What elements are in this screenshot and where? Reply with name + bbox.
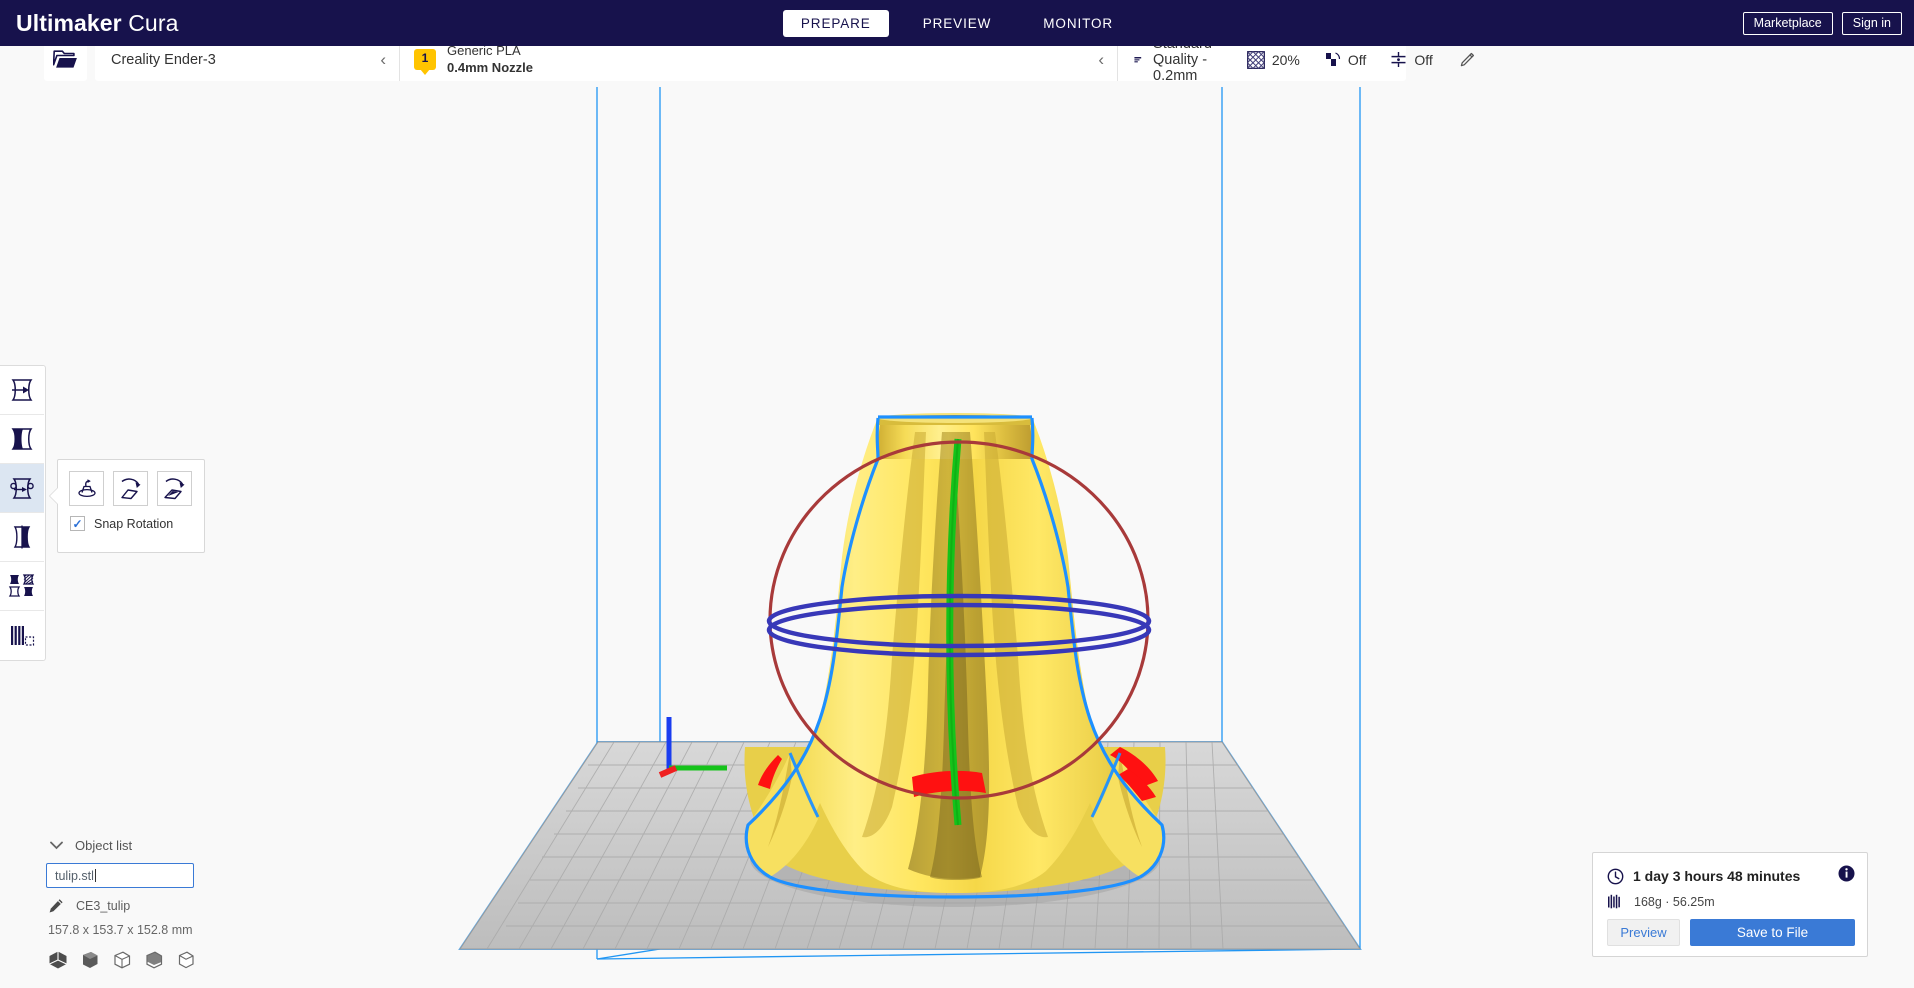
object-name-value: tulip.stl: [55, 868, 94, 883]
adhesion-value: Off: [1414, 51, 1433, 68]
printer-name: Creality Ender-3: [111, 51, 216, 68]
clock-icon: [1607, 868, 1624, 884]
extruder-number: 1: [421, 51, 429, 65]
pencil-icon: [1460, 52, 1474, 66]
mirror-tool-icon: [13, 525, 31, 549]
material-spool-icon: [1608, 894, 1620, 909]
nozzle-size: 0.4mm Nozzle: [447, 59, 533, 75]
snap-rotation-row[interactable]: ✓ Snap Rotation: [58, 506, 204, 531]
print-settings-summary: 20% Off Off: [1223, 50, 1475, 69]
rotate-tool-panel: ✓ Snap Rotation: [49, 459, 205, 553]
text-cursor: [94, 869, 97, 882]
print-info-panel: 1 day 3 hours 48 minutes 168g · 56.25m P…: [1592, 852, 1868, 957]
select-face-icon: [164, 477, 185, 499]
checkmark-icon: ✓: [72, 516, 83, 531]
mirror-tool-button[interactable]: [0, 513, 44, 562]
infill-summary[interactable]: 20%: [1246, 50, 1300, 69]
scale-tool-button[interactable]: [0, 415, 44, 464]
mesh-name-row[interactable]: CE3_tulip: [46, 898, 296, 914]
reset-rotation-button[interactable]: [69, 471, 104, 506]
xray-view-icon[interactable]: [144, 950, 164, 970]
support-blocker-button[interactable]: [0, 611, 44, 660]
infill-value: 20%: [1271, 51, 1300, 68]
pencil-edit-icon: [49, 899, 63, 913]
adhesion-icon: [1391, 52, 1406, 67]
select-face-to-align-button[interactable]: [157, 471, 192, 506]
save-to-file-button[interactable]: Save to File: [1690, 919, 1855, 946]
solid-view-icon[interactable]: [48, 950, 68, 970]
print-time-estimate: 1 day 3 hours 48 minutes: [1633, 868, 1801, 884]
per-model-settings-button[interactable]: [0, 562, 44, 611]
lay-flat-icon: [121, 477, 141, 499]
material-row: 168g · 56.25m: [1593, 887, 1867, 909]
tab-prepare[interactable]: PREPARE: [782, 9, 889, 37]
app-brand: Ultimaker: [16, 9, 122, 36]
scale-tool-icon: [11, 428, 33, 450]
print-time-row: 1 day 3 hours 48 minutes: [1593, 853, 1867, 887]
tool-column: [0, 365, 46, 661]
cura-application-window: Ultimaker Cura PREPARE PREVIEW MONITOR M…: [0, 0, 1914, 988]
open-folder-icon: [53, 50, 77, 68]
support-summary[interactable]: Off: [1324, 51, 1366, 68]
object-list-header[interactable]: Object list: [46, 835, 296, 855]
rotate-tool-icon: [10, 478, 34, 499]
support-blocker-icon: [11, 625, 35, 646]
rotate-actions: [58, 460, 204, 506]
snap-rotation-label: Snap Rotation: [94, 516, 174, 531]
move-tool-button[interactable]: [0, 366, 44, 415]
edit-settings-button[interactable]: [1459, 52, 1475, 68]
support-value: Off: [1347, 51, 1367, 68]
object-name-input[interactable]: tulip.stl: [46, 863, 194, 888]
material-estimate: 168g · 56.25m: [1634, 894, 1715, 909]
adhesion-summary[interactable]: Off: [1390, 51, 1433, 68]
chevron-left-icon-2: ‹: [1098, 50, 1104, 69]
app-suffix: Cura: [121, 9, 179, 36]
sign-in-button[interactable]: Sign in: [1841, 11, 1902, 35]
info-icon[interactable]: [1838, 865, 1855, 887]
chevron-down-icon: [50, 841, 63, 849]
shaded-view-icon[interactable]: [80, 950, 100, 970]
mesh-name: CE3_tulip: [76, 899, 131, 913]
infill-icon: [1246, 50, 1265, 69]
tab-monitor[interactable]: MONITOR: [1025, 10, 1131, 37]
lay-flat-button[interactable]: [113, 471, 148, 506]
wireframe-view-icon[interactable]: [112, 950, 132, 970]
titlebar: Ultimaker Cura PREPARE PREVIEW MONITOR M…: [0, 0, 1914, 46]
object-dimensions: 157.8 x 153.7 x 152.8 mm: [48, 923, 193, 937]
main-tabs: PREPARE PREVIEW MONITOR: [0, 0, 1914, 46]
preview-button[interactable]: Preview: [1607, 919, 1680, 946]
reset-rotation-icon: [77, 478, 96, 497]
tab-preview[interactable]: PREVIEW: [905, 10, 1010, 37]
print-actions: Preview Save to File: [1593, 909, 1867, 946]
titlebar-actions: Marketplace Sign in: [1742, 0, 1902, 46]
rotate-tool-button[interactable]: [0, 464, 44, 513]
view-mode-icons: [46, 950, 296, 970]
object-list-title: Object list: [75, 837, 133, 853]
material-info: Generic PLA 0.4mm Nozzle: [447, 43, 533, 76]
extruder-badge-icon: 1: [414, 49, 436, 70]
print-profile-icon: [1134, 56, 1142, 62]
layer-view-icon[interactable]: [176, 950, 196, 970]
support-icon: [1325, 52, 1340, 66]
object-list-panel: Object list tulip.stl CE3_tulip 157.8 x …: [46, 835, 296, 970]
chevron-left-icon: ‹: [380, 50, 386, 69]
move-tool-icon: [11, 379, 33, 401]
app-title: Ultimaker Cura: [16, 10, 178, 37]
marketplace-button[interactable]: Marketplace: [1742, 11, 1833, 35]
snap-rotation-checkbox[interactable]: ✓: [70, 516, 85, 531]
per-model-settings-icon: [8, 574, 35, 597]
